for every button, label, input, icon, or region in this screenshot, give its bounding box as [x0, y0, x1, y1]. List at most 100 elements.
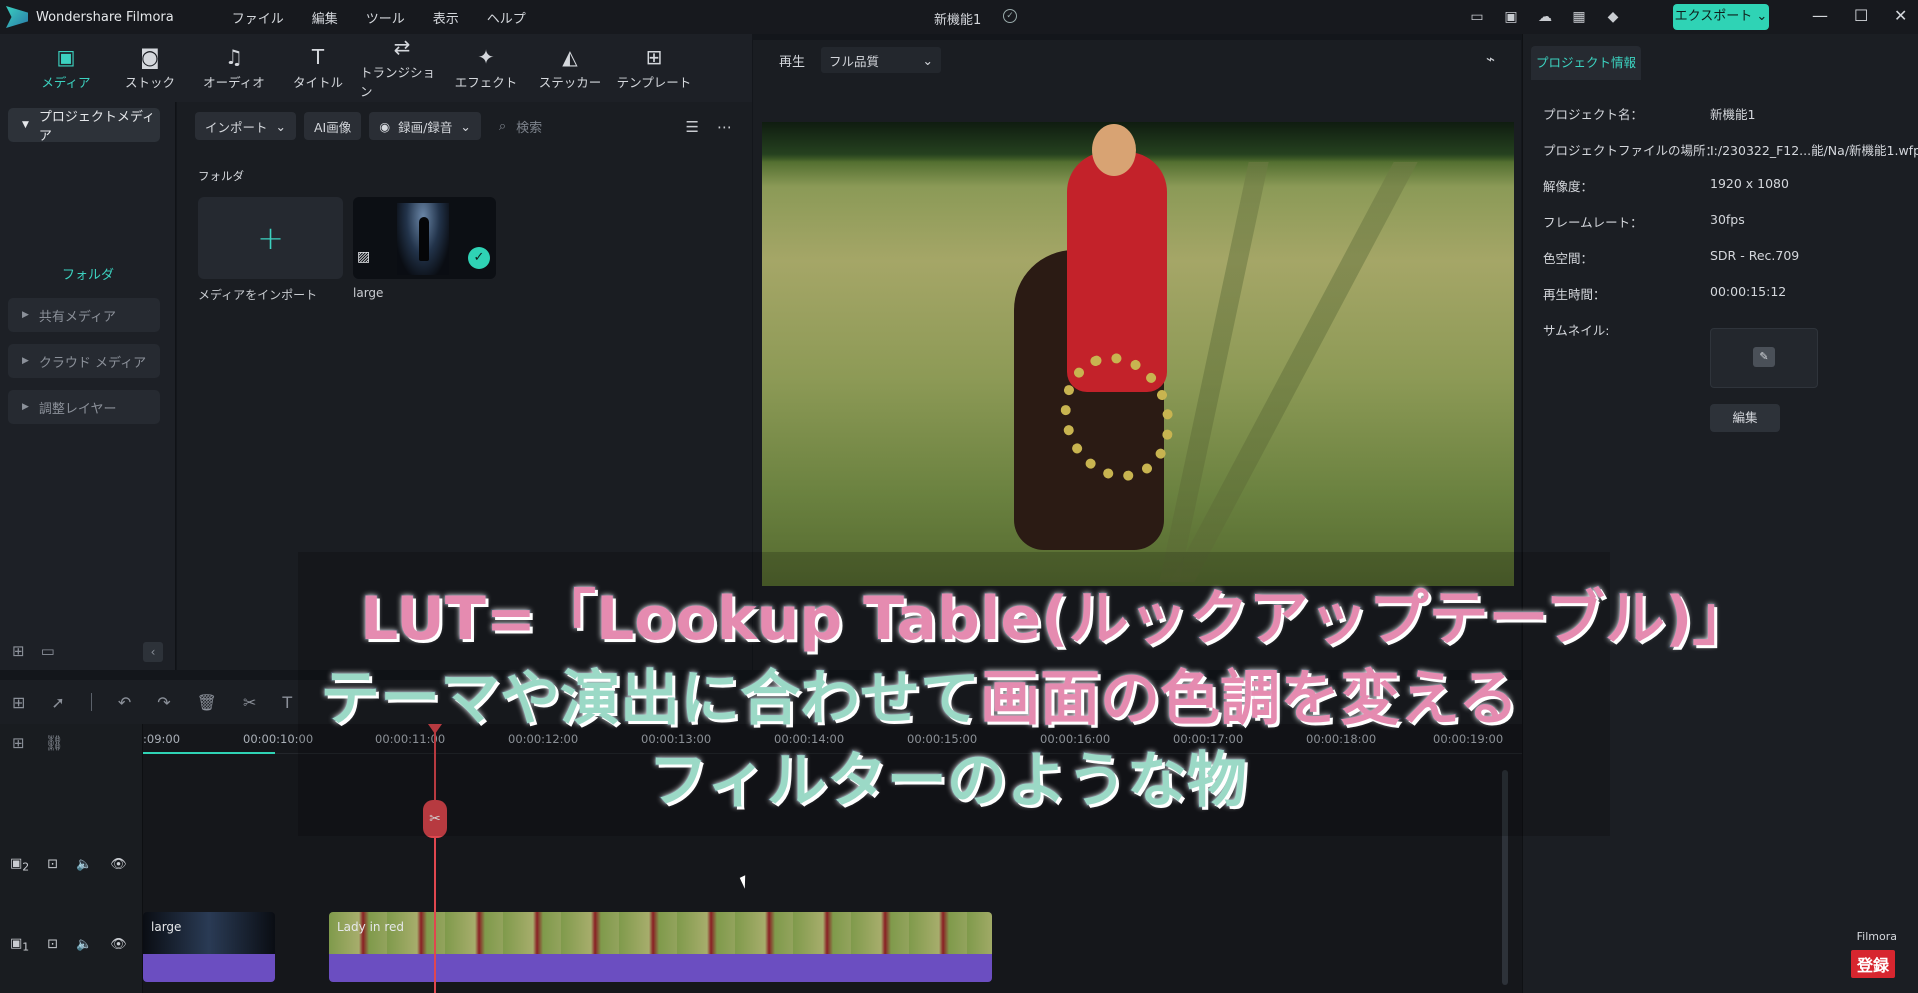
lock-icon[interactable]: ⊡ — [47, 857, 58, 872]
menu-tools[interactable]: ツール — [366, 8, 405, 27]
import-label: インポート — [205, 119, 268, 135]
sidebar-item-shared-media[interactable]: ▶ 共有メディア — [8, 298, 160, 332]
speaker-icon[interactable]: 🔈 — [76, 857, 92, 872]
preview-rider-head — [1092, 124, 1136, 176]
layout-icon[interactable]: ▭ — [1468, 8, 1486, 26]
track-1-number: 1 — [22, 940, 30, 954]
tab-title[interactable]: T タイトル — [276, 46, 360, 91]
chevron-down-icon: ⌄ — [275, 118, 286, 134]
scissors-icon[interactable]: ✂ — [243, 693, 256, 712]
menu-file[interactable]: ファイル — [232, 8, 284, 27]
plus-icon: + — [257, 219, 284, 257]
saved-check-icon: ✓ — [1003, 9, 1017, 23]
maximize-icon[interactable]: ☐ — [1854, 6, 1868, 25]
clip-name: Lady in red — [337, 920, 404, 934]
prop-key: 再生時間： — [1543, 287, 1606, 302]
text-tool-icon[interactable]: T — [282, 693, 292, 712]
delete-icon[interactable]: 🗑 — [197, 693, 217, 712]
select-tool-icon[interactable]: ➚ — [51, 693, 64, 712]
subscribe-badge[interactable]: 登録 — [1850, 950, 1895, 978]
sidebar-item-label: 調整レイヤー — [38, 401, 117, 417]
export-button[interactable]: エクスポート ⌄ — [1673, 4, 1769, 30]
layout-grid-icon[interactable]: ⊞ — [12, 693, 25, 712]
pencil-icon: ✎ — [1753, 347, 1775, 367]
tab-stock[interactable]: ◙ ストック — [108, 46, 192, 91]
search-box[interactable]: ⌕ 検索 — [499, 117, 542, 136]
record-dropdown[interactable]: ◉ 録画/録音 ⌄ — [369, 112, 481, 140]
tab-media-label: メディア — [41, 74, 91, 90]
caret-right-icon: ▶ — [22, 310, 29, 320]
caption-line-3: フィルターのような物 — [647, 745, 1248, 817]
timeline-clip-lady-in-red[interactable]: Lady in red — [329, 912, 992, 982]
cloud-upload-icon[interactable]: ☁ — [1536, 8, 1554, 26]
chevron-down-icon: ⌄ — [922, 52, 934, 68]
eye-icon[interactable]: 👁 — [110, 937, 127, 952]
grid-icon[interactable]: ▦ — [1570, 8, 1588, 26]
ai-image-button[interactable]: AI画像 — [304, 112, 362, 140]
import-media-tile[interactable]: + — [198, 197, 343, 279]
lock-icon[interactable]: ⊡ — [47, 937, 58, 952]
eye-icon[interactable]: 👁 — [110, 857, 127, 872]
sidebar-item-adjustment-layer[interactable]: ▶ 調整レイヤー — [8, 390, 160, 424]
prop-value: 新機能1 — [1710, 107, 1756, 122]
quality-dropdown[interactable]: フル品質 ⌄ — [821, 47, 942, 73]
import-dropdown[interactable]: インポート ⌄ — [195, 112, 296, 140]
thumbnail-box[interactable]: ✎ — [1710, 328, 1818, 388]
prop-value: SDR - Rec.709 — [1710, 248, 1800, 263]
music-note-icon: ♫ — [225, 44, 243, 69]
collapse-sidebar-button[interactable]: ‹ — [143, 642, 163, 662]
sidebar-item-cloud-media[interactable]: ▶ クラウド メディア — [8, 344, 160, 378]
folder-icon[interactable]: ▭ — [41, 642, 55, 660]
add-track-icon[interactable]: ⊞ — [12, 734, 25, 752]
watermark-brand: Filmora — [1856, 930, 1897, 943]
new-folder-icon[interactable]: ⊞ — [12, 642, 25, 660]
tab-audio[interactable]: ♫ オーディオ — [192, 46, 276, 91]
caption-line-2: テーマや演出に合わせて画面の色調を変える — [319, 650, 1519, 737]
tab-transition[interactable]: ⇄ トランジション — [360, 36, 444, 100]
speaker-icon[interactable]: 🔈 — [76, 937, 92, 952]
check-icon: ✓ — [468, 247, 490, 269]
thumbnail-figure — [419, 217, 429, 261]
filmora-badge-icon[interactable]: ◆ — [1604, 8, 1622, 26]
undo-icon[interactable]: ↶ — [118, 693, 131, 712]
minimize-icon[interactable]: — — [1812, 6, 1828, 25]
save-icon[interactable]: ▣ — [1502, 8, 1520, 26]
tab-sticker[interactable]: ◭ ステッカー — [528, 46, 612, 91]
tab-project-info[interactable]: プロジェクト情報 — [1531, 46, 1641, 80]
media-browser-actions: ☰ ⋯ — [686, 118, 732, 136]
tab-title-label: タイトル — [292, 74, 343, 90]
search-input[interactable]: 検索 — [516, 117, 542, 136]
menu-edit[interactable]: 編集 — [312, 8, 338, 27]
link-icon[interactable]: ⛓ — [45, 734, 64, 752]
edit-button[interactable]: 編集 — [1710, 404, 1780, 432]
quality-value: フル品質 — [829, 53, 880, 69]
media-label: large — [353, 286, 384, 300]
ai-image-label: AI画像 — [314, 119, 352, 135]
timeline-clip-large[interactable]: large — [143, 912, 275, 982]
sidebar-folder[interactable]: フォルダ — [62, 264, 114, 283]
titlebar-icons: ▭ ▣ ☁ ▦ ◆ — [1468, 8, 1622, 26]
video-preview[interactable] — [762, 122, 1514, 586]
menu-help[interactable]: ヘルプ — [487, 8, 526, 27]
tab-template[interactable]: ⊞ テンプレート — [612, 46, 696, 91]
redo-icon[interactable]: ↷ — [157, 693, 170, 712]
template-icon: ⊞ — [645, 44, 663, 69]
ruler-tick: :09:00 — [143, 732, 181, 746]
filter-icon[interactable]: ☰ — [686, 118, 699, 136]
image-icon: ▨ — [357, 249, 371, 265]
tab-effect[interactable]: ✦ エフェクト — [444, 46, 528, 91]
more-icon[interactable]: ⋯ — [717, 118, 732, 136]
prop-value: I:/230322_F12...能/Na/新機能1.wfp — [1710, 143, 1918, 158]
media-thumbnail[interactable]: ▨ ✓ — [353, 197, 496, 279]
menu-view[interactable]: 表示 — [433, 8, 459, 27]
stock-icon: ◙ — [140, 44, 160, 69]
sidebar-item-project-media[interactable]: ▼ プロジェクトメディア — [8, 108, 160, 144]
waveform-icon[interactable]: ⌁ — [1486, 50, 1495, 68]
media-toolbar: ▣ メディア ◙ ストック ♫ オーディオ T タイトル ⇄ トランジション ✦ エフェクト… — [0, 34, 752, 102]
clip-filmstrip — [329, 912, 992, 954]
prop-value: 00:00:15:12 — [1710, 284, 1787, 299]
title-icon: T — [311, 44, 325, 69]
tab-media[interactable]: ▣ メディア — [24, 46, 108, 91]
effect-icon: ✦ — [477, 44, 495, 69]
close-icon[interactable]: ✕ — [1894, 6, 1907, 25]
